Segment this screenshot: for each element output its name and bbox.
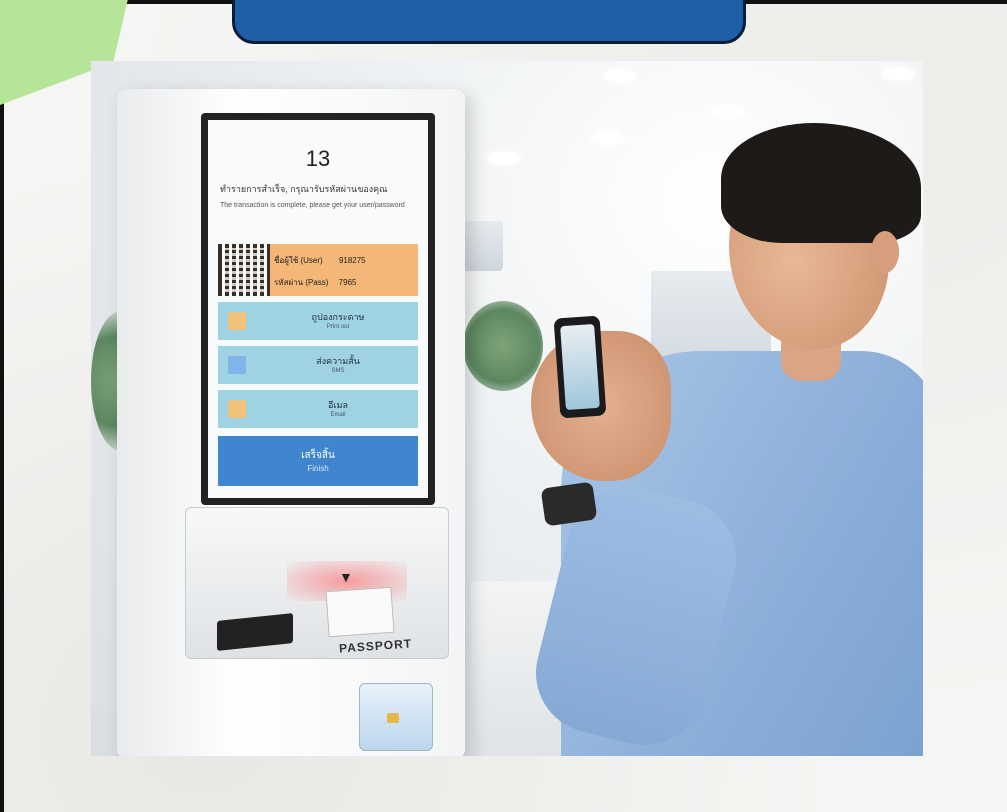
ceiling-light	[591, 131, 625, 145]
sms-thai: ส่งความสั้น	[316, 356, 360, 366]
printer-icon	[228, 312, 246, 330]
ceiling-light	[711, 105, 745, 119]
print-out-english: Print out	[326, 324, 350, 330]
sms-button[interactable]: ส่งความสั้น SMS	[218, 346, 418, 384]
down-arrow-icon: ▼	[339, 569, 353, 585]
person-hair	[721, 123, 921, 243]
finish-english: Finish	[307, 464, 329, 473]
qr-code-pattern	[222, 248, 266, 292]
queue-number: 13	[305, 146, 331, 171]
background-screen	[463, 221, 503, 271]
frame-left-border	[0, 0, 4, 812]
phone-icon	[228, 356, 246, 374]
user-label: ชื่อผู้ใช้ (User)	[274, 256, 323, 265]
print-out-button[interactable]: ถูปองกระดาษ Print out	[218, 302, 418, 340]
sms-english: SMS	[331, 368, 345, 374]
person-ear	[871, 231, 899, 273]
finish-thai: เสร็จสิ้น	[301, 450, 335, 461]
ceiling-light	[881, 67, 915, 81]
user-line: ชื่อผู้ใช้ (User) 918275	[274, 254, 366, 267]
pass-line: รหัสผ่าน (Pass) 7965	[274, 276, 356, 289]
smartphone-screen	[560, 323, 600, 411]
kiosk-screen: 13 ทำรายการสำเร็จ, กรุณารับรหัสผ่านของคุ…	[208, 120, 428, 498]
smartwatch-icon	[540, 481, 598, 527]
ceiling-light	[603, 69, 637, 83]
pass-value: 7965	[338, 278, 357, 287]
kiosk-photo: 13 ทำรายการสำเร็จ, กรุณารับรหัสผ่านของคุ…	[91, 61, 923, 756]
user-value: 918275	[338, 256, 366, 265]
print-out-thai: ถูปองกระดาษ	[311, 312, 365, 322]
background-plant	[463, 301, 543, 391]
envelope-icon	[228, 400, 246, 418]
printed-ticket[interactable]	[325, 586, 395, 638]
english-message: The transaction is complete, please get …	[220, 202, 405, 209]
email-thai: อีเมล	[328, 400, 348, 410]
pass-label: รหัสผ่าน (Pass)	[274, 278, 329, 287]
title-banner	[232, 0, 746, 44]
email-button[interactable]: อีเมล Email	[218, 390, 418, 428]
card-chip-icon	[387, 713, 399, 723]
ceiling-light	[487, 151, 521, 165]
finish-button[interactable]: เสร็จสิ้น Finish	[218, 436, 418, 486]
thai-message: ทำรายการสำเร็จ, กรุณารับรหัสผ่านของคุณ	[220, 184, 388, 194]
page: 13 ทำรายการสำเร็จ, กรุณารับรหัสผ่านของคุ…	[0, 0, 1007, 812]
email-english: Email	[330, 412, 346, 418]
